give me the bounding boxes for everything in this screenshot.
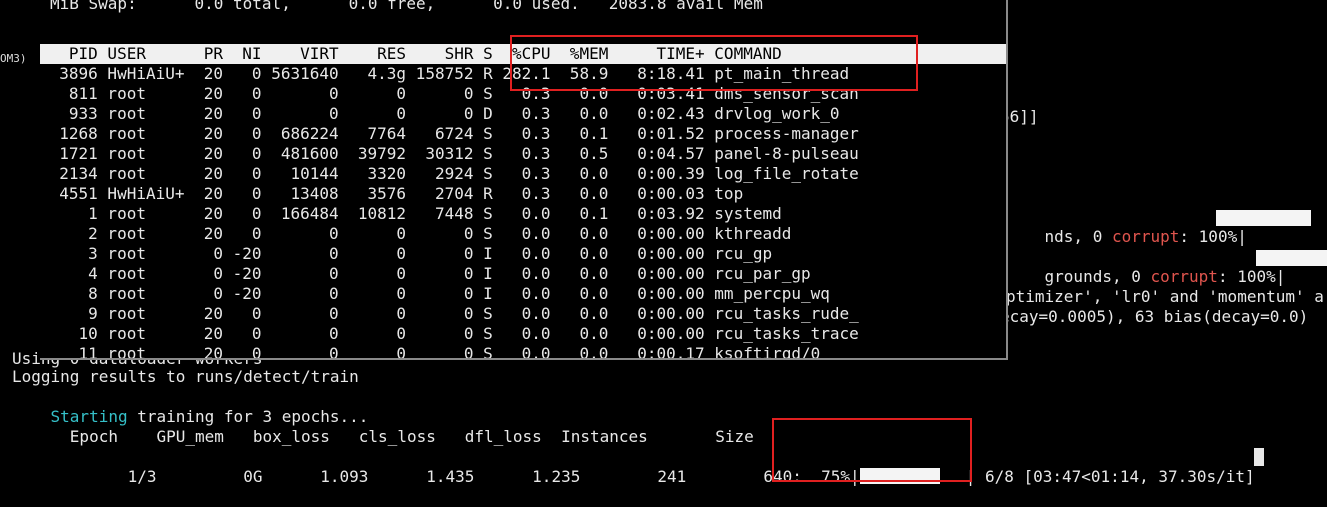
process-row: 9 root 20 0 0 0 0 S 0.0 0.0 0:00.00 rcu_…: [40, 304, 859, 323]
process-row: 1268 root 20 0 686224 7764 6724 S 0.3 0.…: [40, 124, 859, 143]
process-row: 1721 root 20 0 481600 39792 30312 S 0.3 …: [40, 144, 859, 163]
starting-word: Starting: [50, 407, 128, 426]
process-row: 4 root 0 -20 0 0 0 I 0.0 0.0 0:00.00 rcu…: [40, 264, 811, 283]
cpu-highlight-box: [510, 35, 918, 91]
training-header: Epoch GPU_mem box_loss cls_loss dfl_loss…: [12, 427, 754, 446]
training-progress-row: 1/3 0G 1.093 1.435 1.235 241 640: 75%| | …: [50, 467, 1255, 486]
process-row: 1 root 20 0 166484 10812 7448 S 0.0 0.1 …: [40, 204, 782, 223]
right-line-3: grounds, 0 corrupt: 100%|: [1044, 267, 1286, 286]
right-line-2: nds, 0 corrupt: 100%|: [1044, 227, 1247, 246]
process-row: 8 root 0 -20 0 0 0 I 0.0 0.0 0:00.00 mm_…: [40, 284, 830, 303]
swap-line: MiB Swap: 0.0 total, 0.0 free, 0.0 used.…: [50, 0, 763, 13]
starting-line: Starting training for 3 epochs...: [50, 407, 369, 426]
top-process-window: MiB Swap: 0.0 total, 0.0 free, 0.0 used.…: [40, 0, 1008, 360]
process-row: 10 root 20 0 0 0 0 S 0.0 0.0 0:00.00 rcu…: [40, 324, 859, 343]
terminal-cursor: [1254, 448, 1264, 466]
process-row: 933 root 20 0 0 0 0 D 0.3 0.0 0:02.43 dr…: [40, 104, 840, 123]
corrupt-text: corrupt: [1111, 227, 1180, 246]
process-row: 11 root 20 0 0 0 0 S 0.0 0.0 0:00.17 kso…: [40, 344, 821, 360]
corrupt-text: corrupt: [1150, 267, 1218, 286]
progress-bar-fill: [1216, 210, 1311, 226]
logging-line: Logging results to runs/detect/train: [12, 367, 359, 386]
process-row: 2134 root 20 0 10144 3320 2924 S 0.3 0.0…: [40, 164, 859, 183]
progress-bar-fill: [1256, 250, 1327, 266]
process-row: 2 root 20 0 0 0 0 S 0.0 0.0 0:00.00 kthr…: [40, 224, 792, 243]
left-window-edge: OM3): [0, 0, 27, 230]
process-row: 4551 HwHiAiU+ 20 0 13408 3576 2704 R 0.3…: [40, 184, 744, 203]
size-highlight-box: [772, 418, 972, 482]
right-line-4: ptimizer', 'lr0' and 'momentum' a: [1006, 287, 1324, 306]
left-fragment: OM3): [0, 52, 27, 65]
right-line-5: ecay=0.0005), 63 bias(decay=0.0): [1000, 307, 1309, 326]
process-row: 3 root 0 -20 0 0 0 I 0.0 0.0 0:00.00 rcu…: [40, 244, 773, 263]
